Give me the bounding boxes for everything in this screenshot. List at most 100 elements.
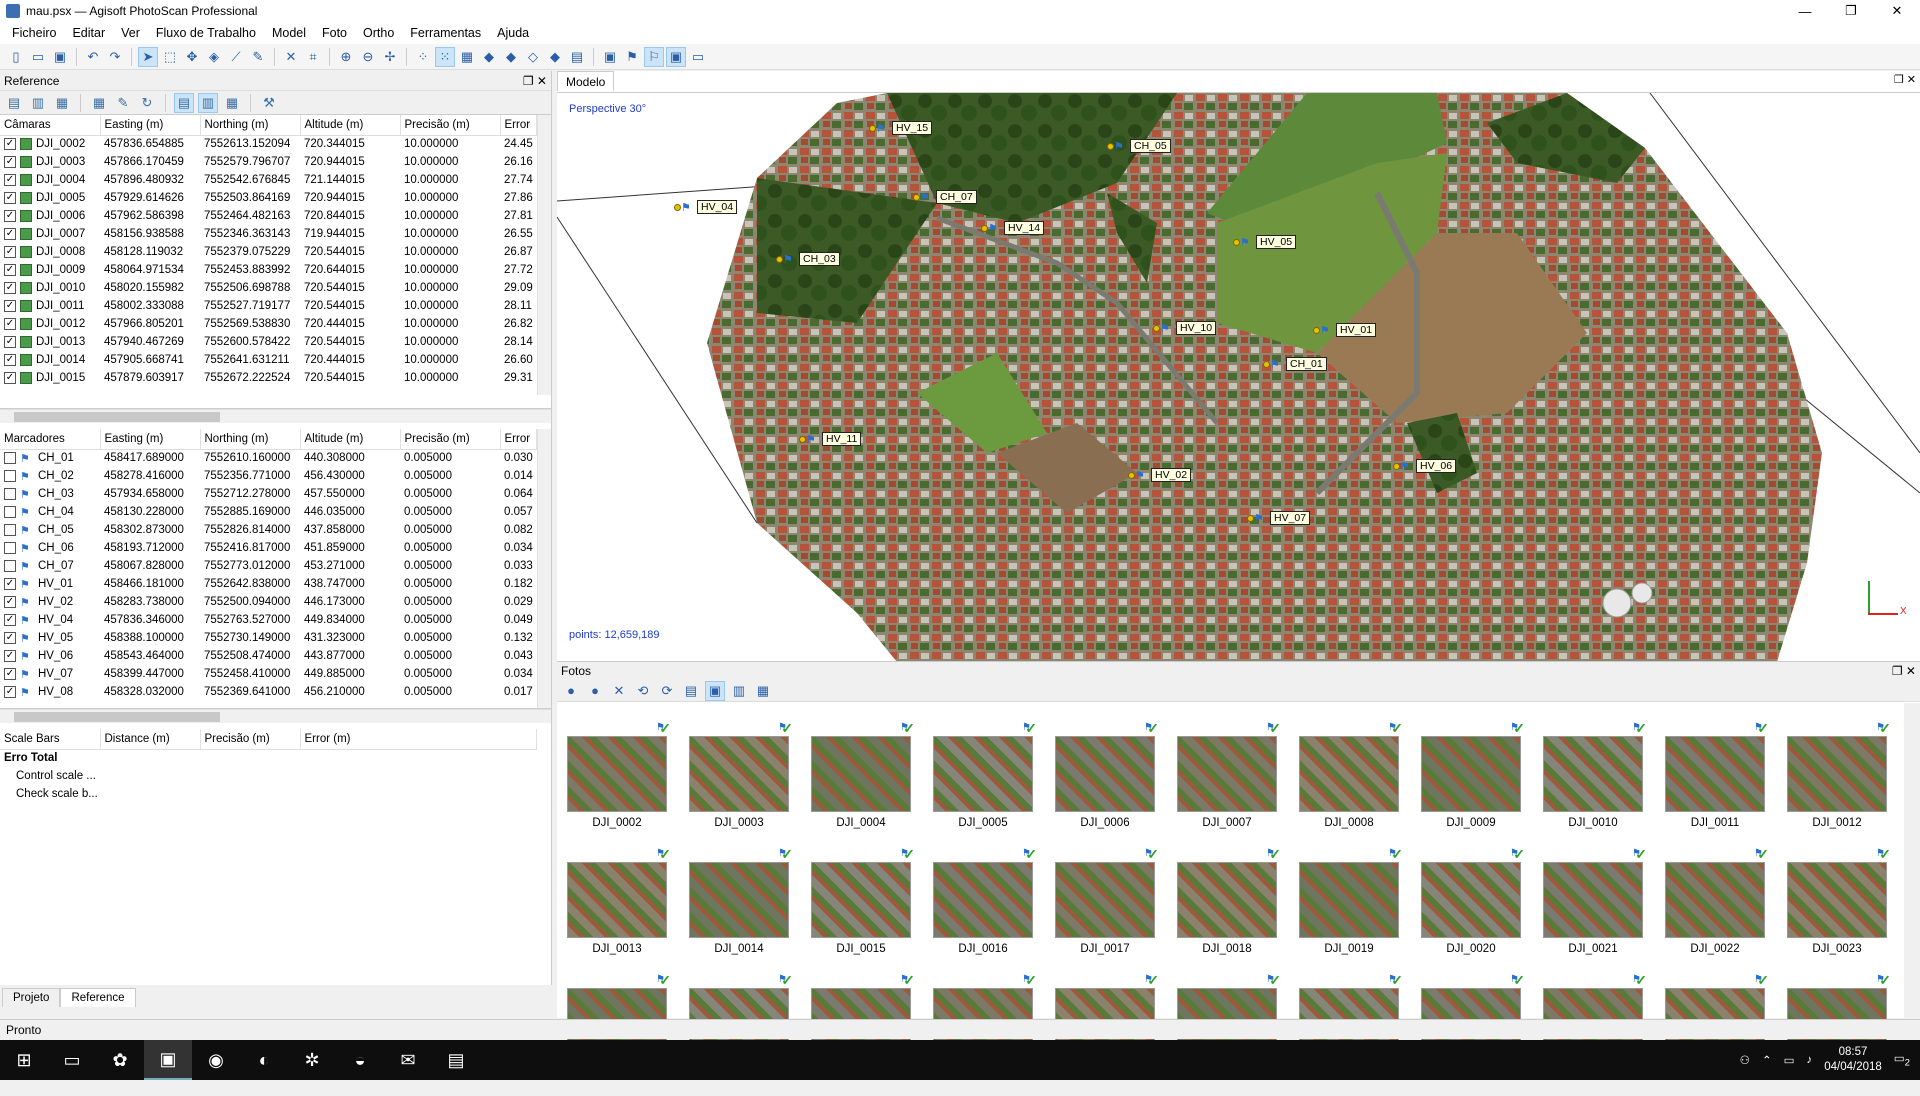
view-mode-icon[interactable]: ▦ [753,681,773,701]
show-shapes-icon[interactable]: ⚐ [644,46,664,67]
checkbox[interactable]: ✓ [4,595,16,608]
erro-total-row[interactable]: Erro Total [0,749,100,767]
photo-thumbnail[interactable]: ⚑ ✓ DJI_0019 [1299,846,1403,970]
pan-icon[interactable]: ✢ [380,47,400,67]
view-estimated-icon[interactable]: ▥ [198,92,218,113]
table-row[interactable]: ✓ DJI_0007 458156.938588 7552346.363143 719.… [0,225,536,243]
table-row[interactable]: ✓ DJI_0005 457929.614626 7552503.864169 720.… [0,189,536,207]
checkbox[interactable]: ✓ [4,577,16,590]
column-header[interactable]: Error (m) [300,729,537,750]
dem-icon[interactable]: ▤ [567,47,587,67]
checkbox[interactable]: ✓ [4,155,16,168]
redo-icon[interactable]: ↷ [105,47,125,67]
control-scale-row[interactable]: Control scale ... [0,767,100,785]
photoscan-taskbar-icon[interactable]: ▣ [144,1040,192,1080]
menu-ver[interactable]: Ver [113,26,148,40]
checkbox[interactable]: ✓ [4,299,16,312]
column-header[interactable]: Precisão (m) [400,429,501,450]
column-header[interactable]: Northing (m) [200,115,301,136]
close-button[interactable]: ✕ [1874,0,1920,22]
table-row[interactable]: ✓ ⚑ HV_02 458283.738000 7552500.094000 446.17… [0,593,536,611]
table-row[interactable]: ✓ DJI_0011 458002.333088 7552527.719177 720.… [0,297,536,315]
column-header[interactable]: Distance (m) [100,729,201,750]
map-marker[interactable]: ⚑ HV_06 [1393,459,1457,473]
solid-icon[interactable]: ◆ [545,47,565,67]
menu-ajuda[interactable]: Ajuda [489,26,537,40]
checkbox[interactable]: ✓ [4,667,16,680]
app-icon[interactable]: ◐ [240,1040,288,1080]
chevron-up-icon[interactable]: ⌃ [1762,1053,1772,1067]
table-row[interactable]: ✓ ⚑ HV_07 458399.447000 7552458.410000 449.88… [0,665,536,683]
volume-icon[interactable]: ♪ [1806,1054,1812,1066]
column-header[interactable]: Câmaras [0,115,101,136]
table-row[interactable]: ⚑ CH_02 458278.416000 7552356.771000 456.430… [0,467,536,485]
table-row[interactable]: ✓ ⚑ HV_01 458466.181000 7552642.838000 438.74… [0,575,536,593]
remove-icon[interactable]: ✕ [609,681,629,701]
crop-icon[interactable]: ⌗ [303,47,323,67]
update-icon[interactable]: ↻ [137,93,157,113]
checkbox[interactable]: ✓ [4,613,16,626]
checkbox[interactable]: ✓ [4,138,16,151]
table-row[interactable]: ✓ DJI_0009 458064.971534 7552453.883992 720.… [0,261,536,279]
map-marker[interactable]: ⚑ HV_11 [799,432,862,446]
photo-thumbnail[interactable]: ⚑ ✓ DJI_0023 [1787,846,1891,970]
map-marker[interactable]: ⚑ HV_14 [981,221,1045,235]
table-row[interactable]: ✓ ⚑ HV_08 458328.032000 7552369.641000 456.21… [0,683,536,701]
cameras-icon[interactable]: ▣ [600,47,620,67]
table-row[interactable]: ⚑ CH_06 458193.712000 7552416.817000 451.859… [0,539,536,557]
file-explorer-icon[interactable]: ▭ [48,1040,96,1080]
checkbox[interactable] [4,541,16,554]
app-icon[interactable]: ▤ [432,1040,480,1080]
checkbox[interactable]: ✓ [4,227,16,240]
column-header[interactable]: Precisão (m) [400,115,501,136]
wireframe-icon[interactable]: ◇ [523,47,543,67]
photos-close-icon[interactable]: ❐ ✕ [1892,664,1916,678]
mesh-icon[interactable]: ▦ [457,47,477,67]
windows-start-icon[interactable]: ⊞ [0,1040,48,1080]
import-icon[interactable]: ▤ [4,93,24,113]
checkbox[interactable]: ✓ [4,335,16,348]
dense-cloud-icon[interactable]: ⁙ [435,46,455,67]
app-icon[interactable]: ✿ [96,1040,144,1080]
chrome-icon[interactable]: ◉ [192,1040,240,1080]
ruler-icon[interactable]: ⟋ [226,47,246,67]
checkbox[interactable] [4,487,16,500]
table-row[interactable]: ⚑ CH_05 458302.873000 7552826.814000 437.858… [0,521,536,539]
photo-thumbnail[interactable]: ⚑ ✓ DJI_0006 [1055,720,1159,844]
show-trackball-icon[interactable]: ▭ [688,47,708,67]
photo-thumbnail[interactable]: ⚑ ✓ DJI_0020 [1421,846,1525,970]
markers-vscroll[interactable] [537,429,551,708]
checkbox[interactable]: ✓ [4,631,16,644]
checkbox[interactable]: ✓ [4,209,16,222]
table-row[interactable]: ⚑ CH_04 458130.228000 7552885.169000 446.035… [0,503,536,521]
table-row[interactable]: ✓ ⚑ HV_06 458543.464000 7552508.474000 443.87… [0,647,536,665]
checkbox[interactable] [4,469,16,482]
open-icon[interactable]: ▭ [28,47,48,67]
table-row[interactable]: ✓ DJI_0002 457836.654885 7552613.152094 720.… [0,135,536,153]
checkbox[interactable]: ✓ [4,649,16,662]
model-scene[interactable]: Perspective 30° points: 12,659,189 X ⚑ HV… [557,92,1920,661]
column-header[interactable]: Easting (m) [100,115,201,136]
show-markers-icon[interactable]: ⚑ [622,47,642,67]
column-header[interactable]: Error [500,429,537,450]
menu-ferramentas[interactable]: Ferramentas [402,26,489,40]
menu-editar[interactable]: Editar [64,26,113,40]
photo-thumbnail[interactable]: ⚑ ✓ DJI_0004 [811,720,915,844]
photo-thumbnail[interactable]: ⚑ ✓ DJI_0009 [1421,720,1525,844]
table-row[interactable]: ⚑ CH_01 458417.689000 7552610.160000 440.308… [0,449,536,467]
disable-camera-icon[interactable]: ● [585,681,605,701]
table-row[interactable]: ✓ DJI_0003 457866.170459 7552579.796707 720.… [0,153,536,171]
view-photos-icon[interactable]: ▣ [705,680,725,701]
checkbox[interactable]: ✓ [4,245,16,258]
map-marker[interactable]: ⚑ CH_05 [1107,139,1171,153]
photo-thumbnail[interactable]: ⚑ ✓ DJI_0014 [689,846,793,970]
map-marker[interactable]: ⚑ HV_15 [869,121,933,135]
column-header[interactable]: Error [500,115,537,136]
table-row[interactable]: ✓ ⚑ HV_05 458388.100000 7552730.149000 431.32… [0,629,536,647]
photo-thumbnail[interactable]: ⚑ ✓ DJI_0002 [567,720,671,844]
table-row[interactable]: ✓ DJI_0014 457905.668741 7552641.631211 720.… [0,351,536,369]
map-marker[interactable]: ⚑ HV_05 [1233,235,1297,249]
menu-ortho[interactable]: Ortho [355,26,402,40]
people-icon[interactable]: ⚇ [1740,1053,1750,1067]
map-marker[interactable]: ⚑ HV_07 [1247,511,1311,525]
